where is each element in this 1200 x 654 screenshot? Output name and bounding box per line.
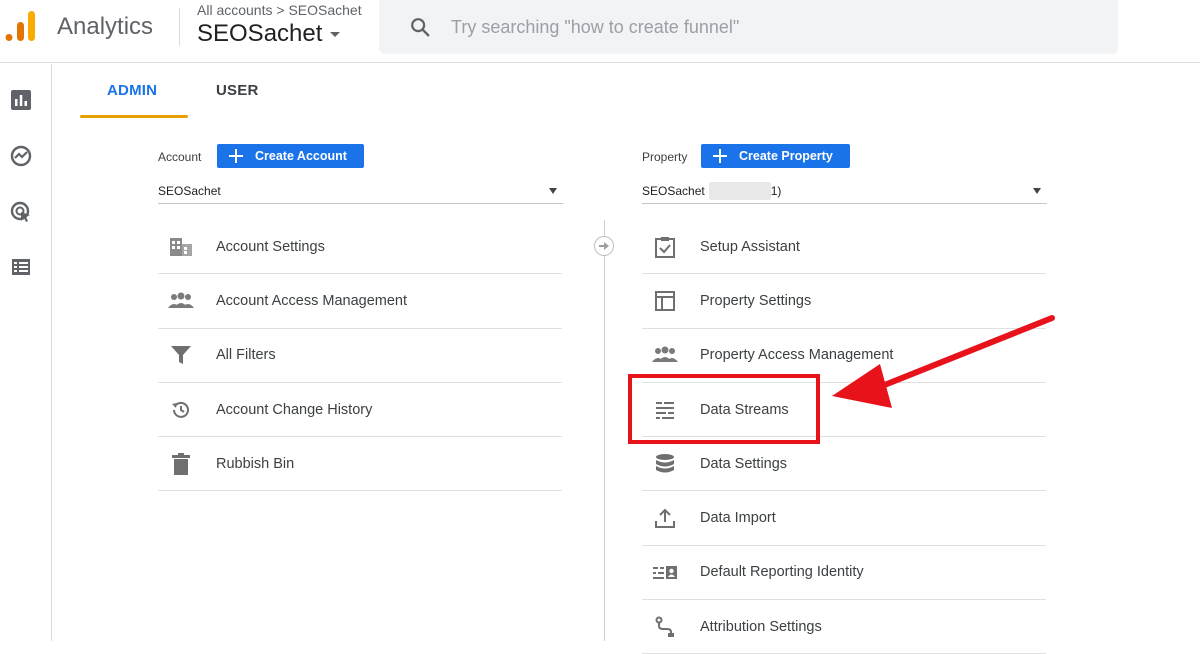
arrow-right-circle-icon (594, 236, 614, 256)
column-divider (604, 220, 605, 641)
default-reporting-identity-item[interactable]: Default Reporting Identity (642, 546, 1046, 601)
account-selected: SEOSachet (158, 183, 221, 198)
account-column-label: Account (158, 150, 202, 164)
data-import-item[interactable]: Data Import (642, 491, 1046, 546)
account-change-history-item[interactable]: Account Change History (158, 383, 562, 438)
analytics-logo[interactable] (4, 9, 36, 43)
tab-admin[interactable]: ADMIN (107, 82, 157, 99)
annotation-arrow-icon (832, 315, 1055, 408)
dropdown-arrow-icon (1033, 188, 1041, 194)
property-selected-suffix: 1) (770, 183, 782, 198)
menu-item-label: Property Settings (700, 292, 812, 309)
property-selected-prefix: SEOSachet (642, 183, 705, 198)
data-streams-highlight-box (628, 374, 820, 444)
all-filters-item[interactable]: All Filters (158, 329, 562, 383)
menu-item-label: Default Reporting Identity (700, 564, 864, 581)
history-icon (168, 398, 194, 422)
menu-item-label: Setup Assistant (700, 238, 800, 255)
database-icon (652, 452, 678, 476)
dropdown-arrow-icon (549, 188, 557, 194)
app-name: Analytics (57, 13, 154, 40)
create-account-button[interactable]: Create Account (217, 144, 364, 168)
caret-down-icon (330, 31, 341, 37)
attribution-icon (652, 615, 678, 639)
left-nav-rail (0, 64, 52, 641)
attribution-settings-item[interactable]: Attribution Settings (642, 600, 1046, 654)
property-picker[interactable]: SEOSachet (197, 20, 341, 48)
account-menu: Account Settings Account Access Manageme… (158, 220, 562, 492)
redacted-text (708, 181, 771, 200)
header-divider (179, 8, 180, 46)
active-tab-indicator (80, 115, 188, 118)
property-selector[interactable]: SEOSachet 1) (642, 178, 1047, 204)
people-icon (652, 343, 678, 367)
setup-assistant-item[interactable]: Setup Assistant (642, 220, 1046, 275)
property-column-label: Property (642, 150, 688, 164)
search-bar[interactable] (379, 0, 1118, 54)
account-access-management-item[interactable]: Account Access Management (158, 274, 562, 329)
create-property-button[interactable]: Create Property (701, 144, 850, 168)
top-app-bar: Analytics All accounts > SEOSachet SEOSa… (0, 0, 1200, 63)
create-account-label: Create Account (255, 149, 347, 163)
menu-item-label: All Filters (216, 347, 276, 364)
menu-item-label: Rubbish Bin (216, 455, 295, 472)
explore-icon[interactable] (10, 145, 32, 167)
advertising-icon[interactable] (10, 201, 32, 223)
search-icon (411, 18, 430, 37)
account-selector[interactable]: SEOSachet (158, 178, 563, 204)
menu-item-label: Account Settings (216, 238, 325, 255)
building-icon (168, 235, 194, 259)
plus-icon (713, 149, 727, 163)
checklist-icon (652, 235, 678, 259)
admin-tabs: ADMIN USER (80, 64, 1200, 118)
menu-item-label: Account Access Management (216, 292, 408, 309)
search-input[interactable] (451, 16, 1051, 38)
menu-item-label: Attribution Settings (700, 618, 822, 635)
breadcrumb[interactable]: All accounts > SEOSachet (197, 2, 362, 18)
account-settings-item[interactable]: Account Settings (158, 220, 562, 275)
configure-icon[interactable] (10, 256, 32, 278)
data-settings-item[interactable]: Data Settings (642, 437, 1046, 492)
people-icon (168, 289, 194, 313)
reports-icon[interactable] (10, 89, 32, 111)
plus-icon (229, 149, 243, 163)
trash-icon (168, 452, 194, 476)
menu-item-label: Account Change History (216, 401, 373, 418)
create-property-label: Create Property (739, 149, 833, 163)
menu-item-label: Data Settings (700, 455, 788, 472)
rubbish-bin-item[interactable]: Rubbish Bin (158, 437, 562, 492)
tab-user[interactable]: USER (216, 82, 258, 99)
property-name: SEOSachet (197, 20, 323, 47)
layout-icon (652, 289, 678, 313)
identity-icon (652, 560, 678, 584)
menu-item-label: Data Import (700, 510, 776, 527)
filter-icon (168, 343, 194, 367)
upload-icon (652, 506, 678, 530)
